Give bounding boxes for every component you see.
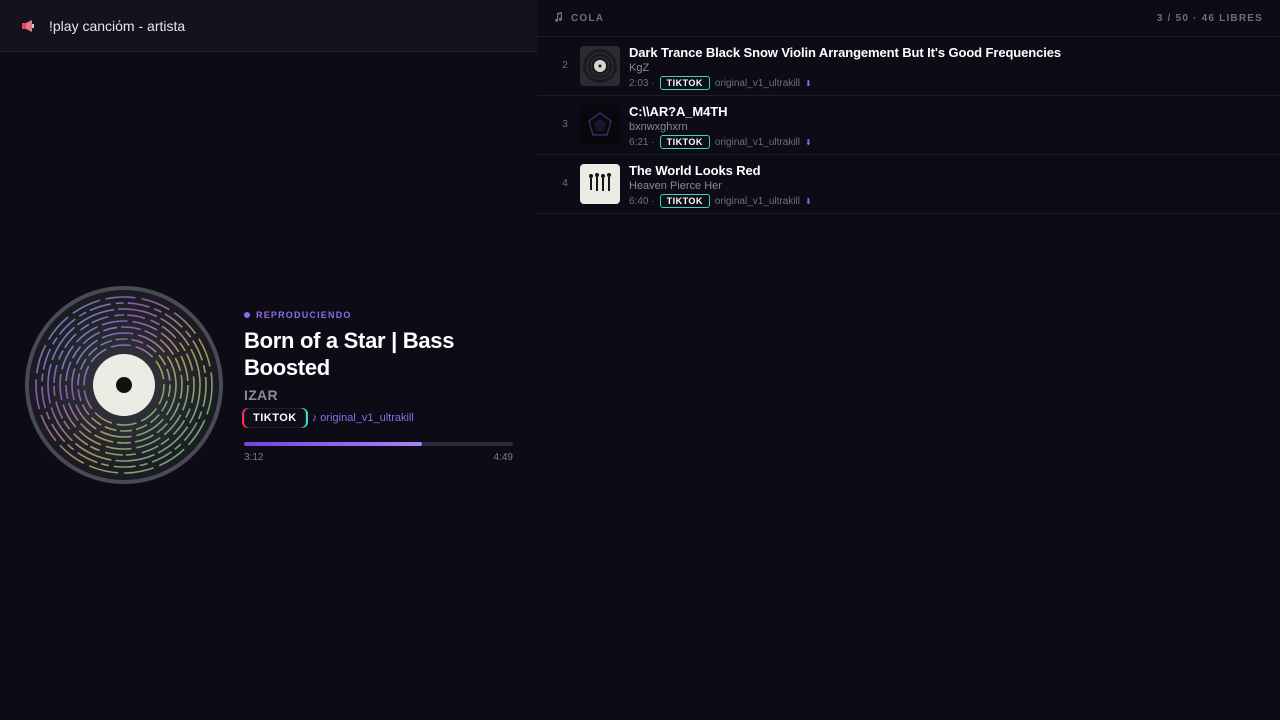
- download-icon: ⬇: [804, 78, 812, 88]
- queue-item-number: 4: [562, 178, 568, 189]
- now-playing-panel: !play canciόm - artista REPRODUCIENDO Bo…: [0, 0, 537, 720]
- track-meta: TIKTOK ♪ original_v1_ultrakill: [244, 408, 514, 428]
- queue-item-meta: 2:03 · TIKTOK original_v1_ultrakill ⬇: [629, 76, 1061, 90]
- figures-thumb: [580, 164, 620, 204]
- queue-item-duration: 6:40 ·: [629, 195, 655, 207]
- source-badge: TIKTOK: [659, 76, 710, 90]
- queue-item-info: C:\\AR?A_M4TH bxnwxghxrn 6:21 · TIKTOK o…: [629, 104, 812, 149]
- command-bar[interactable]: !play canciόm - artista: [0, 0, 537, 52]
- queue-item-user: original_v1_ultrakill: [714, 195, 800, 207]
- source-badge: TIKTOK: [244, 408, 306, 428]
- elapsed-time: 3:12: [244, 452, 264, 463]
- queue-item-artist: Heaven Pierce Her: [629, 180, 722, 192]
- total-duration: 4:49: [493, 452, 513, 463]
- vinyl-thumb: [580, 46, 620, 86]
- queue-item[interactable]: 2 Dark Trance Black Snow Violin Arrangem…: [537, 37, 1280, 96]
- source-user[interactable]: ♪ original_v1_ultrakill: [312, 412, 414, 424]
- queue-item-duration: 6:21 ·: [629, 136, 655, 148]
- music-note-icon: [554, 11, 563, 25]
- queue-item-artist: KgZ: [629, 62, 650, 74]
- queue-count: 3 / 50 · 46 LIBRES: [1156, 12, 1263, 24]
- queue-item-duration: 2:03 ·: [629, 77, 655, 89]
- progress-fill: [244, 442, 422, 446]
- megaphone-icon: [21, 19, 35, 33]
- download-icon: ⬇: [804, 137, 812, 147]
- track-artist: IZAR: [244, 387, 278, 403]
- queue-item-user: original_v1_ultrakill: [714, 136, 800, 148]
- queue-panel: COLA 3 / 50 · 46 LIBRES 2 Dark Trance Bl…: [537, 0, 1280, 720]
- queue-title-text: COLA: [571, 12, 605, 24]
- queue-item-artist: bxnwxghxrn: [629, 121, 688, 133]
- source-badge: TIKTOK: [659, 194, 710, 208]
- download-icon: ⬇: [804, 196, 812, 206]
- progress-bar[interactable]: [244, 442, 513, 446]
- queue-item-user: original_v1_ultrakill: [714, 77, 800, 89]
- now-playing-card: REPRODUCIENDO Born of a Star | Bass Boos…: [24, 285, 524, 485]
- queue-title: COLA: [554, 11, 605, 25]
- now-playing-label: REPRODUCIENDO: [244, 310, 514, 320]
- album-vinyl: [24, 285, 224, 485]
- now-playing-info: REPRODUCIENDO Born of a Star | Bass Boos…: [244, 310, 514, 463]
- queue-item-title: The World Looks Red: [629, 163, 761, 178]
- music-player-app: !play canciόm - artista REPRODUCIENDO Bo…: [0, 0, 1280, 720]
- queue-item[interactable]: 3 C:\\AR?A_M4TH bxnwxghxrn 6:21 · TIKTOK…: [537, 96, 1280, 155]
- queue-item-title: Dark Trance Black Snow Violin Arrangemen…: [629, 45, 1061, 60]
- time-row: 3:12 4:49: [244, 452, 513, 463]
- source-badge: TIKTOK: [659, 135, 710, 149]
- queue-item-number: 3: [562, 119, 568, 130]
- queue-item-number: 2: [562, 60, 568, 71]
- dark-thumb: [580, 105, 620, 145]
- queue-item-info: Dark Trance Black Snow Violin Arrangemen…: [629, 45, 1061, 90]
- queue-item[interactable]: 4 The World Looks Red Heaven Pierce Her …: [537, 155, 1280, 214]
- now-playing-label-text: REPRODUCIENDO: [256, 310, 352, 320]
- queue-item-meta: 6:40 · TIKTOK original_v1_ultrakill ⬇: [629, 194, 812, 208]
- queue-header: COLA 3 / 50 · 46 LIBRES: [537, 0, 1280, 37]
- track-title: Born of a Star | Bass Boosted: [244, 328, 455, 380]
- queue-item-meta: 6:21 · TIKTOK original_v1_ultrakill ⬇: [629, 135, 812, 149]
- queue-item-info: The World Looks Red Heaven Pierce Her 6:…: [629, 163, 812, 208]
- playing-dot-icon: [244, 312, 250, 318]
- queue-item-title: C:\\AR?A_M4TH: [629, 104, 728, 119]
- command-hint: !play canciόm - artista: [49, 17, 186, 34]
